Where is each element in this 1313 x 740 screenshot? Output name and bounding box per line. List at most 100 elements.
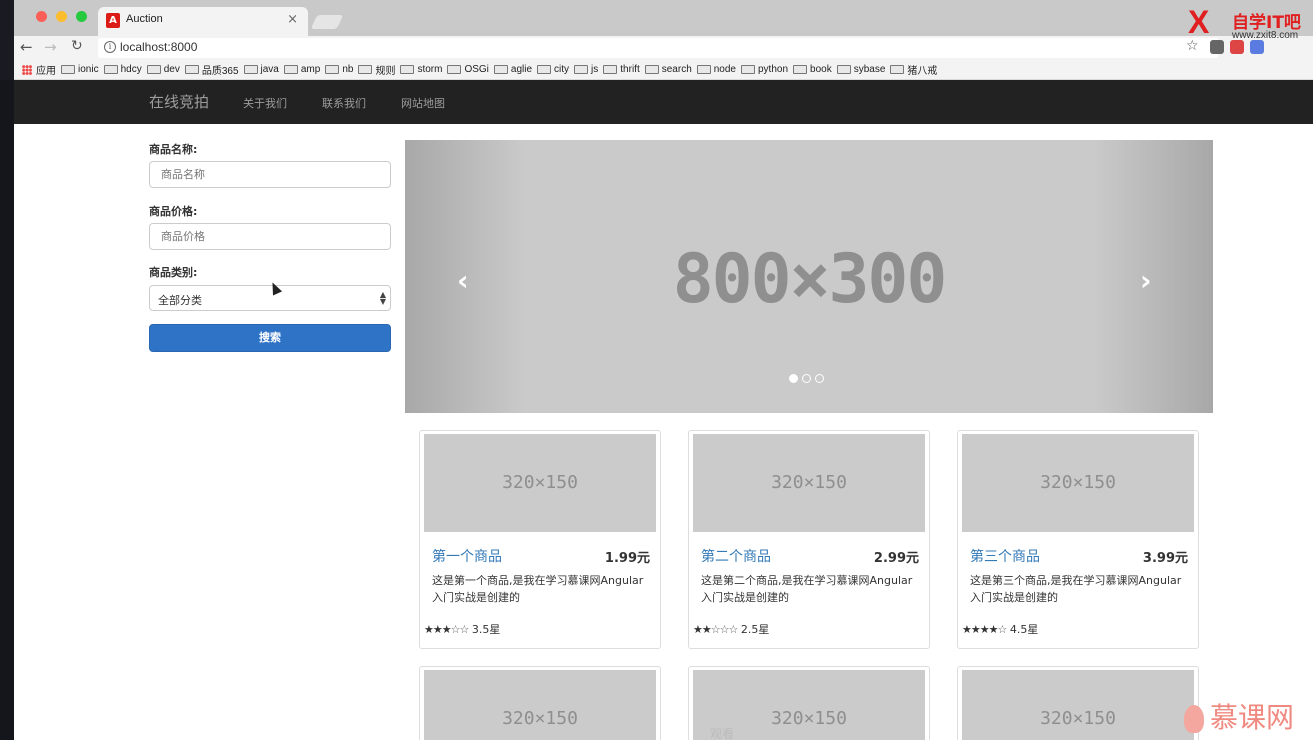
back-arrow-icon[interactable]: ← <box>20 38 33 56</box>
bookmark-label: OSGi <box>464 64 489 75</box>
folder-icon <box>146 65 161 74</box>
star-empty-icon: ☆☆ <box>450 623 470 636</box>
bookmark-17[interactable]: python <box>741 64 788 75</box>
product-description: 这是第三个商品,是我在学习慕课网Angular入门实战是创建的 <box>970 574 1182 604</box>
product-name-input[interactable] <box>149 161 391 188</box>
folder-icon <box>836 65 851 74</box>
minimize-window-button[interactable] <box>56 11 67 22</box>
carousel-dot[interactable] <box>815 374 824 383</box>
search-button[interactable]: 搜索 <box>149 324 391 352</box>
bookmark-label: thrift <box>620 64 640 75</box>
product-name-label: 商品名称: <box>149 143 198 156</box>
bookmark-3[interactable]: dev <box>146 64 180 75</box>
bookmark-15[interactable]: search <box>644 64 692 75</box>
bookmark-label: book <box>810 64 832 75</box>
reload-icon[interactable]: ↻ <box>71 38 83 54</box>
folder-icon <box>537 65 552 74</box>
angular-icon: A <box>106 13 120 28</box>
product-thumbnail[interactable]: 320×150 <box>693 434 925 532</box>
product-thumbnail[interactable]: 320×150 <box>424 670 656 740</box>
star-filled-icon: ★★★★ <box>962 623 998 636</box>
bookmark-label: amp <box>300 64 321 75</box>
screen: A Auction × ← → ↻ i localhost:8000 ☆ 应用 i… <box>0 0 1313 740</box>
thumbnail-placeholder-text: 320×150 <box>771 472 847 493</box>
folder-icon <box>644 65 659 74</box>
url-text[interactable]: localhost:8000 <box>120 40 197 54</box>
bookmark-label: aglie <box>510 64 533 75</box>
product-description: 这是第二个商品,是我在学习慕课网Angular入门实战是创建的 <box>701 574 913 604</box>
bookmark-6[interactable]: amp <box>283 64 321 75</box>
chevron-left-icon[interactable]: ‹ <box>457 264 469 297</box>
bookmark-label: 应用 <box>36 66 56 77</box>
bookmark-9[interactable]: storm <box>400 64 442 75</box>
thumbnail-placeholder-text: 320×150 <box>502 472 578 493</box>
bookmark-12[interactable]: city <box>537 64 569 75</box>
product-rating: ★★★☆☆ 3.5星 <box>424 621 500 637</box>
nav-link-contact[interactable]: 联系我们 <box>322 95 366 111</box>
bookmark-11[interactable]: aglie <box>493 64 533 75</box>
product-price-input[interactable] <box>149 223 391 250</box>
forward-arrow-icon[interactable]: → <box>44 38 57 56</box>
bookmark-10[interactable]: OSGi <box>447 64 489 75</box>
bookmark-4[interactable]: 品质365 <box>184 62 239 77</box>
product-thumbnail[interactable]: 320×150 <box>424 434 656 532</box>
address-bar[interactable]: i localhost:8000 <box>98 38 1218 58</box>
bookmark-19[interactable]: sybase <box>836 64 886 75</box>
browser-toolbar: ← → ↻ i localhost:8000 ☆ <box>14 36 1313 60</box>
carousel-indicators <box>789 374 824 383</box>
bookmark-13[interactable]: js <box>574 64 598 75</box>
carousel-dot[interactable] <box>789 374 798 383</box>
zoom-window-button[interactable] <box>76 11 87 22</box>
mooc-logo-text: 慕课网 <box>1210 701 1295 734</box>
thumbnail-placeholder-text: 320×150 <box>1040 472 1116 493</box>
bookmark-label: sybase <box>853 64 886 75</box>
bookmark-20[interactable]: 猪八戒 <box>890 62 937 77</box>
bookmark-label: city <box>554 64 570 75</box>
browser-tab-auction[interactable]: A Auction × <box>98 7 308 36</box>
watermark-logo: X 自学IT吧 www.zxit8.com <box>1188 4 1313 48</box>
product-price: 3.99元 <box>1142 551 1188 566</box>
product-thumbnail[interactable]: 320×150 <box>962 434 1194 532</box>
folder-icon <box>574 65 589 74</box>
bookmark-8[interactable]: 规则 <box>358 62 395 77</box>
navbar-brand[interactable]: 在线竞拍 <box>149 91 209 112</box>
bookmark-label: search <box>661 64 692 75</box>
rating-label: 4.5星 <box>1009 623 1039 636</box>
bookmark-0[interactable]: 应用 <box>22 62 56 77</box>
nav-link-sitemap[interactable]: 网站地图 <box>401 95 445 111</box>
close-tab-icon[interactable]: × <box>287 12 298 27</box>
product-title-link[interactable]: 第二个商品 <box>701 546 771 566</box>
folder-icon <box>400 65 415 74</box>
bookmark-14[interactable]: thrift <box>603 64 640 75</box>
carousel-dot[interactable] <box>802 374 811 383</box>
chevron-right-icon[interactable]: › <box>1140 264 1152 297</box>
bookmark-label: nb <box>342 64 354 75</box>
close-window-button[interactable] <box>36 11 47 22</box>
product-title-link[interactable]: 第三个商品 <box>970 546 1040 566</box>
new-tab-button[interactable] <box>310 15 344 29</box>
bookmark-label: storm <box>417 64 443 75</box>
bookmark-16[interactable]: node <box>696 64 736 75</box>
thumbnail-placeholder-text: 320×150 <box>1040 708 1116 729</box>
product-thumbnail[interactable]: 320×150 <box>962 670 1194 740</box>
bookmark-label: node <box>713 64 736 75</box>
bookmark-18[interactable]: book <box>793 64 832 75</box>
watermark-url: www.zxit8.com <box>1232 30 1299 41</box>
folder-icon <box>447 65 462 74</box>
bookmark-5[interactable]: java <box>243 64 279 75</box>
product-category-label: 商品类别: <box>149 266 198 279</box>
bookmark-7[interactable]: nb <box>325 64 353 75</box>
bookmark-1[interactable]: ionic <box>61 64 99 75</box>
category-select-value: 全部分类 <box>158 294 202 307</box>
bookmark-2[interactable]: hdcy <box>103 64 142 75</box>
info-icon[interactable]: i <box>104 41 116 53</box>
product-card: 320×150 第三个商品 3.99元这是第三个商品,是我在学习慕课网Angular… <box>957 430 1199 649</box>
product-card: 320×150 <box>957 666 1199 740</box>
bookmark-label: python <box>758 64 789 75</box>
folder-icon <box>325 65 340 74</box>
nav-link-about[interactable]: 关于我们 <box>243 95 287 111</box>
navbar: 在线竞拍 关于我们 联系我们 网站地图 <box>14 80 1313 124</box>
product-title-link[interactable]: 第一个商品 <box>432 546 502 566</box>
tab-title: Auction <box>126 13 163 25</box>
product-price: 2.99元 <box>873 551 919 566</box>
